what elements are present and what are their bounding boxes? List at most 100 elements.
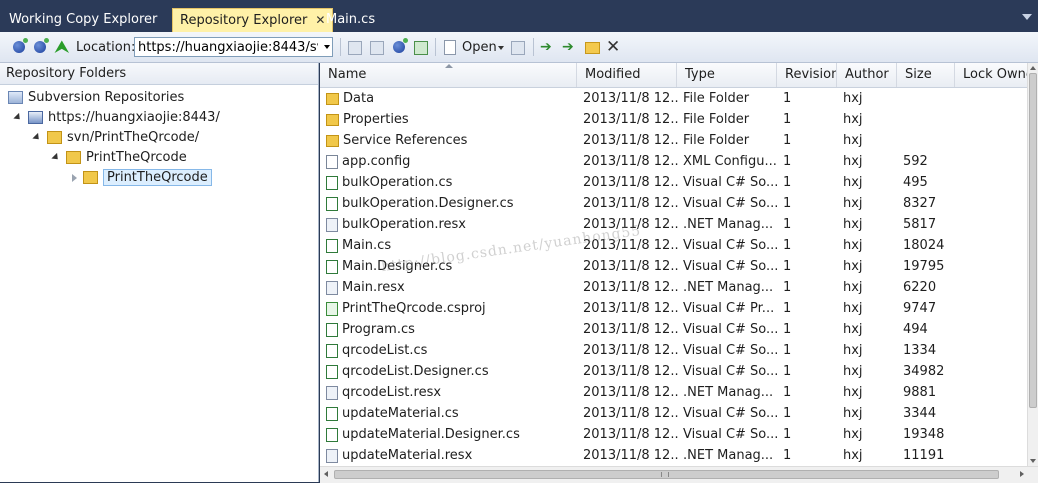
cell-name: bulkOperation.resx (326, 214, 576, 235)
scroll-up-icon[interactable] (1030, 66, 1036, 70)
cell-author: hxj (843, 280, 863, 295)
table-row[interactable]: Data 2013/11/8 12... File Folder 1 hxj (320, 88, 1027, 109)
pane-header: Repository Folders (0, 63, 318, 85)
properties-icon[interactable] (511, 41, 525, 55)
open-file-icon[interactable] (444, 40, 456, 55)
table-row[interactable]: Main.cs 2013/11/8 12... Visual C# So... 1 hx… (320, 235, 1027, 256)
expand-arrow-icon[interactable] (32, 132, 42, 143)
tab-list-dropdown-icon[interactable] (1022, 14, 1032, 20)
export-icon[interactable]: ➔ (540, 39, 556, 55)
cell-name: qrcodeList.Designer.cs (326, 361, 576, 382)
collapsed-arrow-icon[interactable] (72, 173, 77, 182)
up-folder-icon[interactable]: ⮝ (55, 39, 71, 55)
tree-node-svn-repo[interactable]: svn/PrintTheQrcode/ (32, 128, 199, 148)
copy-icon[interactable] (348, 41, 362, 55)
cell-author: hxj (843, 364, 863, 379)
folder-file-icon (326, 92, 339, 105)
table-row[interactable]: app.config 2013/11/8 12... XML Configu... 1… (320, 151, 1027, 172)
file-name: updateMaterial.resx (342, 448, 473, 463)
table-row[interactable]: bulkOperation.Designer.cs 2013/11/8 12...… (320, 193, 1027, 214)
scroll-down-icon[interactable] (1030, 459, 1036, 463)
cell-type: Visual C# So... (683, 175, 778, 190)
column-header-type[interactable]: Type (677, 63, 777, 87)
delete-icon[interactable]: ✕ (606, 39, 622, 56)
table-row[interactable]: bulkOperation.cs 2013/11/8 12... Visual C#… (320, 172, 1027, 193)
table-row[interactable]: bulkOperation.resx 2013/11/8 12... .NET Ma… (320, 214, 1027, 235)
table-row[interactable]: qrcodeList.Designer.cs 2013/11/8 12... Vis… (320, 361, 1027, 382)
expand-arrow-icon[interactable] (13, 112, 23, 123)
tree-node-server[interactable]: https://huangxiaojie:8443/ (13, 108, 220, 128)
scroll-left-icon[interactable] (324, 471, 328, 477)
horizontal-scrollbar[interactable] (320, 466, 1038, 483)
file-name: Service References (343, 133, 468, 148)
location-dropdown-icon[interactable] (324, 45, 330, 49)
proj-file-icon (326, 301, 338, 316)
checkout-icon[interactable]: ➔ (562, 39, 578, 55)
table-row[interactable]: PrintTheQrcode.csproj 2013/11/8 12... Visu… (320, 298, 1027, 319)
cell-size (903, 130, 958, 151)
open-button[interactable]: Open (462, 40, 497, 55)
globe-icon[interactable] (393, 38, 408, 53)
tree-node-printtheqrcode-selected[interactable]: PrintTheQrcode (72, 168, 212, 188)
cs-file-icon (326, 427, 338, 442)
add-repository-icon[interactable] (13, 38, 28, 53)
config-file-icon (326, 154, 338, 169)
tab-label: Repository Explorer (180, 13, 308, 28)
tab-repository-explorer[interactable]: Repository Explorer ✕ (172, 8, 334, 32)
cell-name: bulkOperation.Designer.cs (326, 193, 576, 214)
tab-main-cs[interactable]: Main.cs (319, 9, 382, 32)
table-row[interactable]: Properties 2013/11/8 12... File Folder 1 hxj (320, 109, 1027, 130)
cell-type: Visual C# Pr... (683, 301, 775, 316)
location-input[interactable] (134, 37, 333, 57)
cell-size: 18024 (903, 238, 945, 253)
tab-working-copy-explorer[interactable]: Working Copy Explorer (2, 9, 164, 32)
refresh-icon[interactable] (414, 41, 428, 55)
file-name: qrcodeList.cs (342, 343, 428, 358)
paste-icon[interactable] (370, 41, 384, 55)
column-header-lock-owner[interactable]: Lock Owne (955, 63, 1027, 87)
table-row[interactable]: qrcodeList.resx 2013/11/8 12... .NET Manag… (320, 382, 1027, 403)
cell-type: Visual C# So... (683, 259, 778, 274)
folder-icon (83, 171, 98, 184)
vertical-scrollbar[interactable] (1027, 63, 1038, 466)
cell-author: hxj (843, 385, 863, 400)
table-row[interactable]: qrcodeList.cs 2013/11/8 12... Visual C# So… (320, 340, 1027, 361)
cell-name: bulkOperation.cs (326, 172, 576, 193)
table-row[interactable]: Service References 2013/11/8 12... File Fo… (320, 130, 1027, 151)
column-header-row: Name Modified Type Revision Author Size … (320, 63, 1027, 88)
table-row[interactable]: Main.Designer.cs 2013/11/8 12... Visual C#… (320, 256, 1027, 277)
column-header-modified[interactable]: Modified (577, 63, 677, 87)
table-row[interactable]: updateMaterial.Designer.cs 2013/11/8 12..… (320, 424, 1027, 445)
cell-revision: 1 (783, 427, 792, 442)
new-folder-icon[interactable] (585, 42, 600, 54)
column-header-size[interactable]: Size (897, 63, 955, 87)
column-header-label: Revision (785, 67, 837, 82)
remove-repository-icon[interactable] (34, 38, 49, 53)
scroll-thumb[interactable] (1029, 73, 1037, 408)
cell-name: Main.resx (326, 277, 576, 298)
scroll-right-icon[interactable] (1020, 471, 1024, 477)
tree-node-subversion-repositories[interactable]: Subversion Repositories (8, 88, 184, 108)
column-header-revision[interactable]: Revision (777, 63, 837, 87)
cell-type: Visual C# So... (683, 343, 778, 358)
scroll-thumb[interactable] (334, 470, 999, 479)
column-header-author[interactable]: Author (837, 63, 897, 87)
cs-file-icon (326, 322, 338, 337)
folder-icon (66, 151, 81, 164)
cell-modified: 2013/11/8 12... (583, 154, 678, 169)
table-row[interactable]: updateMaterial.resx 2013/11/8 12... .NET M… (320, 445, 1027, 466)
open-dropdown-icon[interactable] (498, 46, 504, 50)
tree-node-printtheqrcode[interactable]: PrintTheQrcode (51, 148, 187, 168)
column-header-label: Name (328, 67, 367, 82)
cell-name: updateMaterial.resx (326, 445, 576, 466)
cell-author: hxj (843, 448, 863, 463)
column-header-label: Author (845, 67, 889, 82)
cell-modified: 2013/11/8 12... (583, 364, 678, 379)
table-row[interactable]: Program.cs 2013/11/8 12... Visual C# So...… (320, 319, 1027, 340)
cell-name: Main.Designer.cs (326, 256, 576, 277)
table-row[interactable]: Main.resx 2013/11/8 12... .NET Manag... 1 hx… (320, 277, 1027, 298)
table-row[interactable]: updateMaterial.cs 2013/11/8 12... Visual C… (320, 403, 1027, 424)
expand-arrow-icon[interactable] (51, 152, 61, 163)
cell-modified: 2013/11/8 12... (583, 175, 678, 190)
cell-revision: 1 (783, 133, 792, 148)
